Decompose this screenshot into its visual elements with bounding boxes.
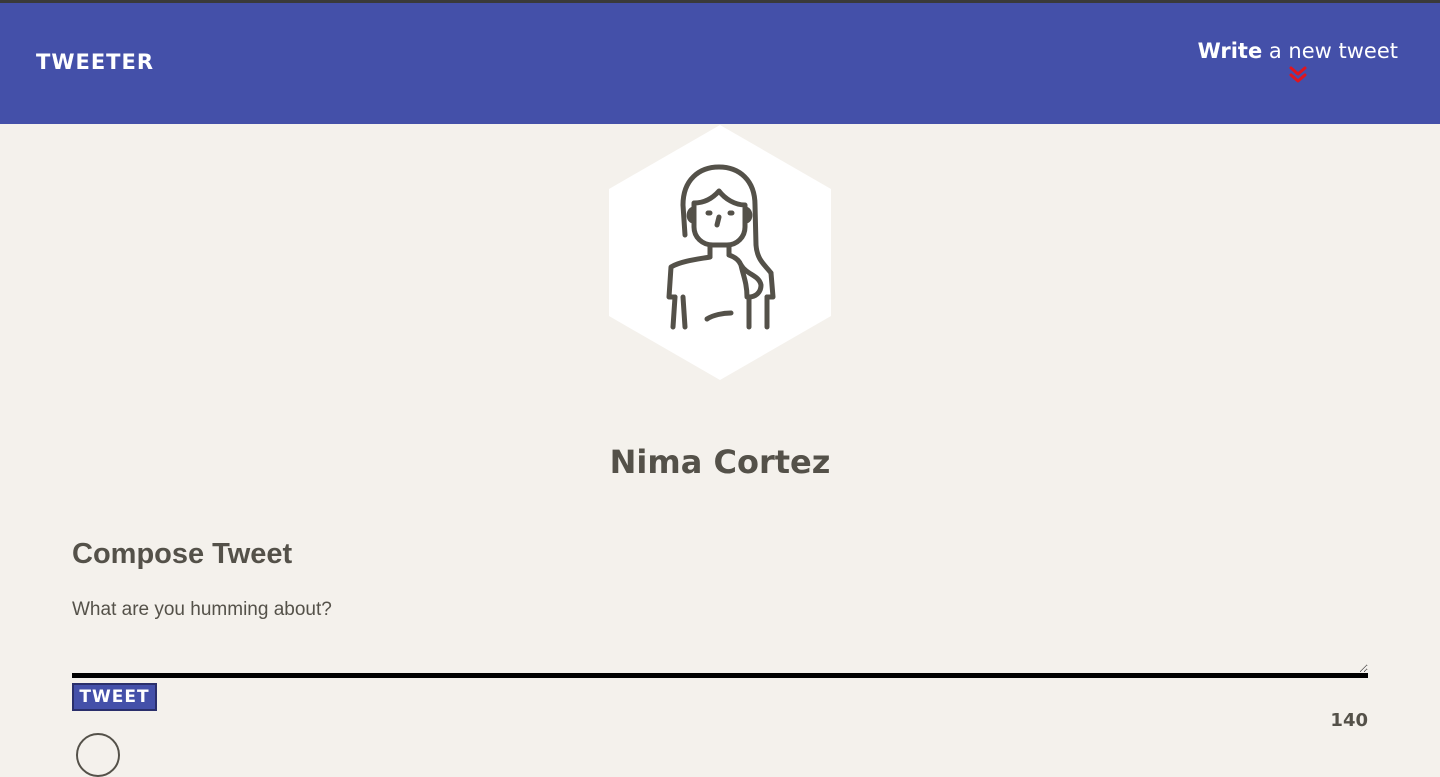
compose-title: Compose Tweet	[72, 538, 293, 570]
write-label-bold: Write	[1197, 39, 1263, 63]
tweet-submit-button[interactable]: TWEET	[72, 683, 157, 711]
tweet-avatar-partial	[76, 733, 120, 777]
character-counter: 140	[1330, 710, 1368, 731]
write-new-tweet-toggle[interactable]: Write a new tweet	[1198, 39, 1398, 85]
profile-avatar	[609, 125, 831, 380]
brand-logo[interactable]: TWEETER	[36, 50, 154, 74]
top-nav: TWEETER Write a new tweet	[0, 3, 1440, 124]
write-label-rest: a new tweet	[1262, 39, 1398, 63]
woman-avatar-icon	[609, 125, 831, 380]
tweet-textarea[interactable]	[72, 596, 1368, 678]
double-chevron-down-icon[interactable]	[1288, 65, 1308, 85]
profile-name: Nima Cortez	[609, 443, 831, 481]
